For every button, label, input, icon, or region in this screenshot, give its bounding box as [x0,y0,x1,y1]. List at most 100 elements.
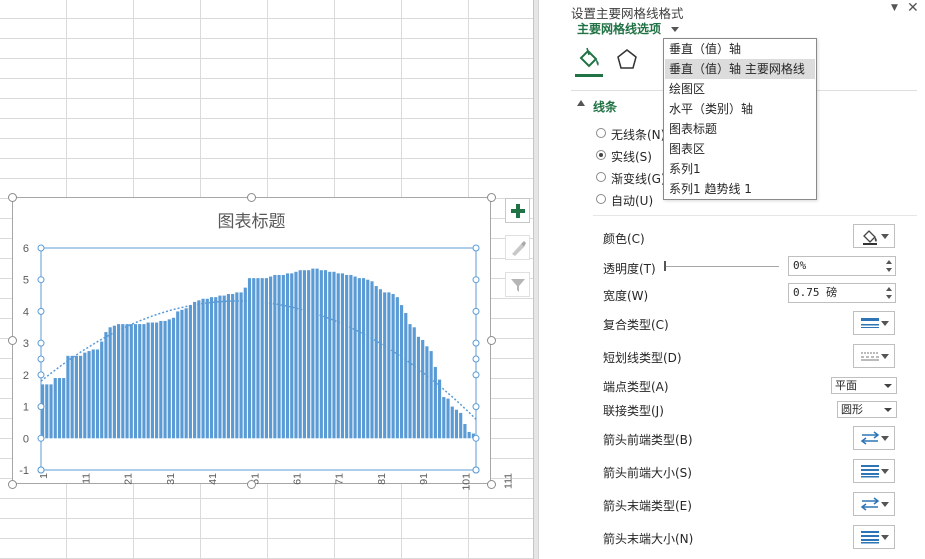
join-type-select[interactable]: 圆形 [837,401,897,418]
chart-elements-button[interactable] [505,198,530,223]
bar[interactable] [226,293,230,439]
bar[interactable] [442,397,446,439]
dropdown-item[interactable]: 系列1 趋势线 1 [665,179,815,199]
bar[interactable] [142,324,146,439]
radio-automatic[interactable] [596,194,606,204]
bar[interactable] [437,379,442,439]
dropdown-item[interactable]: 图表标题 [665,119,815,139]
bar[interactable] [205,298,209,439]
bar[interactable] [197,300,201,439]
bar[interactable] [214,297,218,439]
gridline-handle[interactable] [472,339,480,347]
chart-resize-handle[interactable] [487,336,496,345]
bar[interactable] [125,324,129,439]
bar[interactable] [345,274,349,439]
bar[interactable] [273,274,277,439]
bar[interactable] [315,268,319,439]
x-tick-label[interactable]: 101 [460,473,472,491]
transparency-slider[interactable] [665,266,779,267]
transparency-input[interactable]: 0% [788,256,896,276]
gridline-handle[interactable] [472,434,480,442]
gridline-handle[interactable] [472,403,480,411]
bar[interactable] [57,378,62,439]
bar[interactable] [163,320,167,439]
radio-no-line-label[interactable]: 无线条(N) [611,126,665,143]
bar[interactable] [307,270,311,439]
y-tick-label[interactable]: 2 [23,370,29,382]
radio-automatic-label[interactable]: 自动(U) [611,192,653,209]
bar[interactable] [446,398,450,439]
chart-resize-handle[interactable] [487,193,496,202]
plot-area[interactable]: 6543210-11112131415161718191101111121131… [13,198,895,491]
bar[interactable] [235,292,239,439]
bar[interactable] [62,378,66,439]
y-tick-label[interactable]: -1 [19,465,29,477]
radio-gradient-line[interactable] [596,172,606,182]
bar[interactable] [66,355,70,439]
chart-resize-handle[interactable] [247,193,256,202]
spin-up-icon[interactable] [886,260,892,264]
effects-tab[interactable] [615,48,639,72]
bar[interactable] [129,324,133,439]
bar[interactable] [370,281,374,439]
bar[interactable] [91,349,95,439]
slider-thumb[interactable] [664,261,666,271]
bar[interactable] [450,406,454,439]
y-tick-label[interactable]: 4 [23,306,29,318]
bar[interactable] [209,297,214,439]
bar[interactable] [180,309,184,439]
color-picker-button[interactable] [853,224,895,248]
bar[interactable] [387,292,391,439]
dash-type-button[interactable] [853,344,895,368]
bar[interactable] [311,268,315,439]
bar[interactable] [277,274,281,439]
chart-resize-handle[interactable] [487,480,496,489]
bar[interactable] [366,279,370,439]
bar[interactable] [133,324,138,439]
bar[interactable] [155,322,159,439]
close-icon[interactable]: ✕ [907,0,919,16]
bar[interactable] [357,278,361,439]
bar[interactable] [391,293,395,439]
bar[interactable] [112,325,116,439]
bar[interactable] [269,276,273,439]
bar[interactable] [100,341,104,439]
bar[interactable] [421,339,425,439]
bar[interactable] [171,317,176,439]
bar[interactable] [121,324,125,439]
bar[interactable] [378,289,383,439]
bar[interactable] [231,293,235,439]
bar[interactable] [454,409,459,439]
radio-solid-line[interactable] [596,150,606,160]
x-tick-label[interactable]: 21 [123,473,135,485]
bar[interactable] [374,286,378,439]
cap-type-select[interactable]: 平面 [831,377,897,394]
chart-resize-handle[interactable] [8,336,17,345]
gridline-handle[interactable] [472,355,480,363]
gridline-handle[interactable] [472,244,480,252]
gridline-handle[interactable] [37,434,45,442]
radio-solid-line-label[interactable]: 实线(S) [611,148,652,165]
gridline-handle[interactable] [472,276,480,284]
dropdown-item[interactable]: 水平（类别）轴 [665,99,815,119]
bar[interactable] [323,270,328,439]
bar[interactable] [104,332,108,439]
bar[interactable] [247,278,252,439]
bar[interactable] [340,273,345,439]
x-tick-label[interactable]: 81 [376,473,388,485]
chart-element-dropdown[interactable]: 垂直（值）轴 垂直（值）轴 主要网格线 绘图区 水平（类别）轴 图表标题 图表区… [663,38,817,200]
options-selector[interactable]: 主要网格线选项 [577,20,680,37]
y-tick-label[interactable]: 6 [23,243,29,255]
bar[interactable] [399,305,404,439]
bar[interactable] [353,276,357,439]
width-input[interactable]: 0.75 磅 [788,283,896,303]
y-tick-label[interactable]: 0 [23,433,29,445]
bar[interactable] [108,327,112,439]
bar[interactable] [425,346,429,439]
pin-icon[interactable]: ▼ [891,3,898,13]
gridline-handle[interactable] [37,371,45,379]
x-tick-label[interactable]: 71 [334,473,346,485]
gridline-handle[interactable] [37,244,45,252]
bar[interactable] [328,271,332,439]
chart-resize-handle[interactable] [8,193,17,202]
